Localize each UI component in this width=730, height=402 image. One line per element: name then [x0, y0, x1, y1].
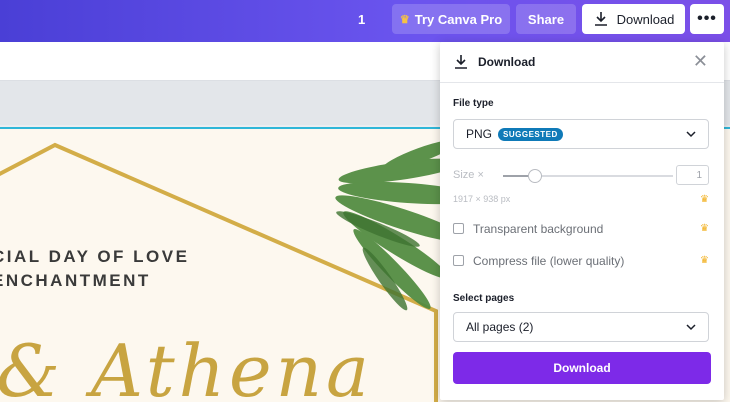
crown-icon: ♛: [700, 223, 709, 234]
size-label: Size ×: [453, 169, 484, 181]
size-slider-thumb[interactable]: [527, 169, 542, 183]
close-icon[interactable]: ✕: [693, 51, 708, 72]
size-slider[interactable]: [503, 169, 673, 183]
transparent-background-label: Transparent background: [473, 222, 604, 236]
share-label: Share: [527, 11, 565, 27]
canvas-script-names: & Athena: [0, 329, 373, 402]
dimensions-text: 1917 × 938 px: [453, 194, 511, 204]
download-icon: [594, 12, 607, 26]
chevron-down-icon: [686, 324, 696, 331]
more-button[interactable]: •••: [690, 4, 724, 34]
download-button-top[interactable]: Download: [582, 4, 685, 34]
file-type-value: PNG: [466, 127, 493, 141]
download-button[interactable]: Download: [453, 352, 711, 384]
file-type-select[interactable]: PNG SUGGESTED: [453, 119, 709, 149]
compress-file-option[interactable]: Compress file (lower quality): [453, 253, 709, 269]
canvas-heading-line2: ENCHANTMENT: [0, 271, 151, 290]
share-button[interactable]: Share: [516, 4, 576, 34]
download-panel: Download ✕ File type PNG SUGGESTED Size …: [440, 42, 724, 400]
try-canva-pro-label: Try Canva Pro: [414, 11, 503, 27]
select-pages-dropdown[interactable]: All pages (2): [453, 312, 709, 342]
size-input[interactable]: 1: [676, 165, 709, 185]
chevron-down-icon: [686, 131, 696, 138]
page-number: 1: [358, 12, 366, 27]
file-type-label: File type: [453, 98, 494, 109]
size-control: Size × 1: [453, 165, 709, 186]
compress-file-label: Compress file (lower quality): [473, 254, 625, 268]
crown-icon: ♛: [700, 194, 709, 205]
editor-topbar: 1 ♛ Try Canva Pro Share Download •••: [0, 0, 730, 42]
download-panel-title: Download: [478, 55, 536, 69]
download-top-label: Download: [616, 11, 675, 27]
compress-file-checkbox[interactable]: [453, 255, 464, 266]
suggested-badge: SUGGESTED: [498, 127, 563, 141]
transparent-background-option[interactable]: Transparent background: [453, 221, 709, 237]
canvas-heading-line1: CIAL DAY OF LOVE: [0, 247, 190, 266]
try-canva-pro-button[interactable]: ♛ Try Canva Pro: [392, 4, 510, 34]
more-icon: •••: [697, 10, 717, 27]
download-panel-header: Download ✕: [440, 42, 724, 83]
download-icon: [455, 55, 467, 69]
select-pages-label: Select pages: [453, 293, 515, 304]
crown-icon: ♛: [399, 13, 410, 26]
transparent-background-checkbox[interactable]: [453, 223, 464, 234]
select-pages-value: All pages (2): [466, 320, 534, 334]
crown-icon: ♛: [700, 255, 709, 266]
